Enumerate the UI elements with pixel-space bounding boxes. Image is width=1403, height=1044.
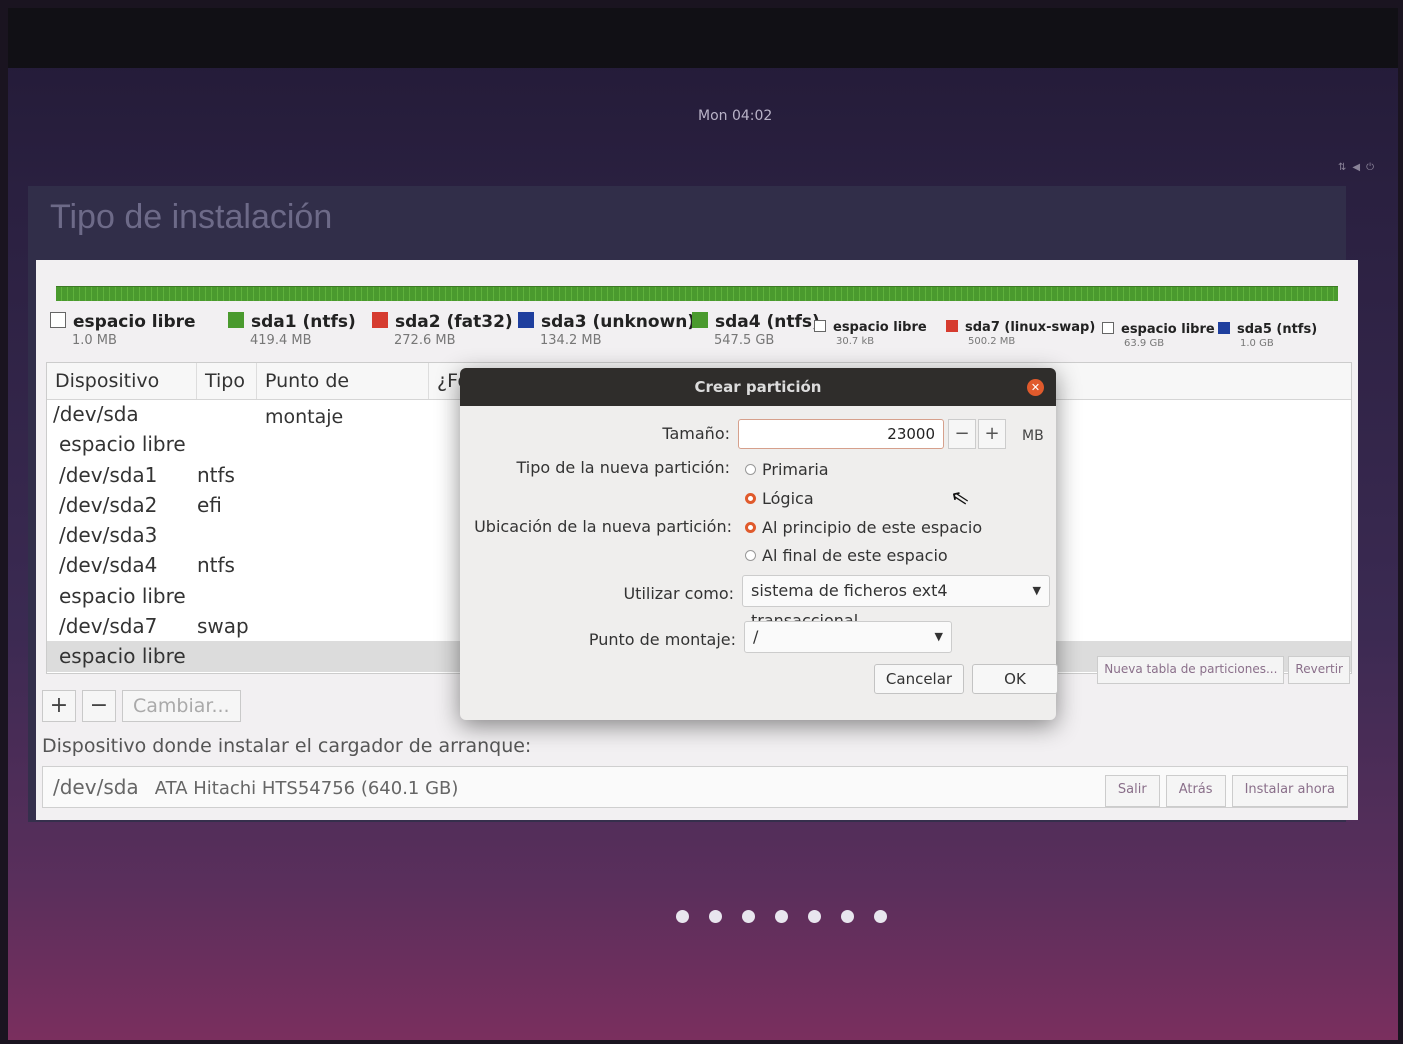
- chevron-down-icon: ▼: [934, 630, 943, 643]
- size-increment-button[interactable]: +: [978, 419, 1006, 449]
- progress-dot: [676, 910, 689, 923]
- radio-off-icon: [745, 464, 756, 475]
- legend-item: sda7 (linux-swap) 500.2 MB: [946, 316, 1095, 347]
- column-header-mount[interactable]: Punto de montaje: [257, 363, 429, 428]
- mount-point-label: Punto de montaje:: [588, 630, 736, 649]
- legend-swatch: [946, 320, 958, 332]
- progress-dot: [841, 910, 854, 923]
- legend-swatch: [1218, 322, 1230, 334]
- power-icon: ⏻: [1366, 162, 1380, 173]
- partition-location-label: Ubicación de la nueva partición:: [474, 517, 732, 536]
- progress-dot: [742, 910, 755, 923]
- progress-dot: [775, 910, 788, 923]
- legend-item: sda5 (ntfs) 1.0 GB: [1218, 318, 1317, 349]
- use-as-label: Utilizar como:: [623, 584, 734, 603]
- bootloader-device: /dev/sda: [53, 775, 139, 799]
- screen: Mon 04:02 ⇅◀⏻ Tipo de instalación espaci…: [8, 8, 1398, 1040]
- dialog-title: Crear partición: [694, 378, 822, 396]
- volume-icon: ◀: [1352, 162, 1367, 173]
- radio-location-end[interactable]: Al final de este espacio: [745, 546, 948, 565]
- remove-partition-button[interactable]: −: [82, 690, 116, 722]
- system-tray[interactable]: ⇅◀⏻: [1338, 162, 1380, 173]
- add-partition-button[interactable]: +: [42, 690, 76, 722]
- legend-item: sda4 (ntfs) 547.5 GB: [692, 312, 820, 348]
- size-label: Tamaño:: [662, 424, 730, 443]
- partition-actions: + − Cambiar...: [42, 690, 247, 722]
- navigation-buttons: Salir Atrás Instalar ahora: [1099, 775, 1348, 807]
- install-now-button[interactable]: Instalar ahora: [1231, 775, 1348, 807]
- partition-legend: espacio libre 1.0 MB sda1 (ntfs) 419.4 MB …: [50, 312, 1350, 356]
- radio-on-icon: [745, 493, 756, 504]
- legend-item: espacio libre 30.7 kB: [814, 316, 927, 347]
- mount-point-select[interactable]: / ▼: [744, 621, 952, 653]
- radio-primary[interactable]: Primaria: [745, 460, 829, 479]
- new-partition-table-button[interactable]: Nueva tabla de particiones...: [1097, 656, 1285, 684]
- legend-item: sda3 (unknown) 134.2 MB: [518, 312, 695, 348]
- progress-dots: [676, 908, 907, 927]
- close-icon[interactable]: ✕: [1027, 379, 1044, 396]
- bootloader-label: Dispositivo donde instalar el cargador d…: [42, 735, 532, 757]
- size-unit: MB: [1022, 428, 1044, 444]
- legend-swatch: [1102, 322, 1114, 334]
- radio-off-icon: [745, 550, 756, 561]
- top-bar: [8, 8, 1398, 68]
- network-icon: ⇅: [1337, 162, 1353, 173]
- radio-logical[interactable]: Lógica: [745, 489, 814, 508]
- legend-swatch: [692, 312, 708, 328]
- legend-item: espacio libre 1.0 MB: [50, 312, 196, 348]
- change-partition-button[interactable]: Cambiar...: [122, 690, 241, 722]
- legend-swatch: [372, 312, 388, 328]
- legend-swatch: [50, 312, 66, 328]
- size-decrement-button[interactable]: −: [948, 419, 976, 449]
- size-input[interactable]: 23000: [738, 419, 944, 449]
- legend-item: espacio libre 63.9 GB: [1102, 318, 1215, 349]
- ok-button[interactable]: OK: [972, 664, 1058, 694]
- quit-button[interactable]: Salir: [1104, 775, 1160, 807]
- column-header-device[interactable]: Dispositivo: [47, 363, 197, 399]
- column-header-type[interactable]: Tipo: [197, 363, 257, 399]
- partition-type-label: Tipo de la nueva partición:: [516, 458, 730, 477]
- radio-on-icon: [745, 522, 756, 533]
- progress-dot: [808, 910, 821, 923]
- legend-item: sda2 (fat32) 272.6 MB: [372, 312, 513, 348]
- revert-button[interactable]: Revertir: [1288, 656, 1350, 684]
- progress-dot: [709, 910, 722, 923]
- disk-usage-bar: [56, 286, 1338, 301]
- bootloader-device-desc: ATA Hitachi HTS54756 (640.1 GB): [154, 778, 459, 799]
- clock[interactable]: Mon 04:02: [698, 108, 772, 124]
- radio-location-start[interactable]: Al principio de este espacio: [745, 518, 982, 537]
- cancel-button[interactable]: Cancelar: [874, 664, 964, 694]
- progress-dot: [874, 910, 887, 923]
- back-button[interactable]: Atrás: [1165, 775, 1226, 807]
- legend-swatch: [814, 320, 826, 332]
- table-right-actions: Nueva tabla de particiones... Revertir: [1093, 656, 1350, 684]
- legend-item: sda1 (ntfs) 419.4 MB: [228, 312, 356, 348]
- use-as-select[interactable]: sistema de ficheros ext4 transaccional▼: [742, 575, 1050, 630]
- create-partition-dialog: Crear partición ✕ Tamaño: 23000 − + MB T…: [460, 368, 1058, 720]
- dialog-titlebar[interactable]: Crear partición ✕: [460, 368, 1056, 406]
- chevron-down-icon: ▼: [1032, 584, 1041, 597]
- legend-swatch: [518, 312, 534, 328]
- page-title: Tipo de instalación: [50, 198, 333, 236]
- legend-swatch: [228, 312, 244, 328]
